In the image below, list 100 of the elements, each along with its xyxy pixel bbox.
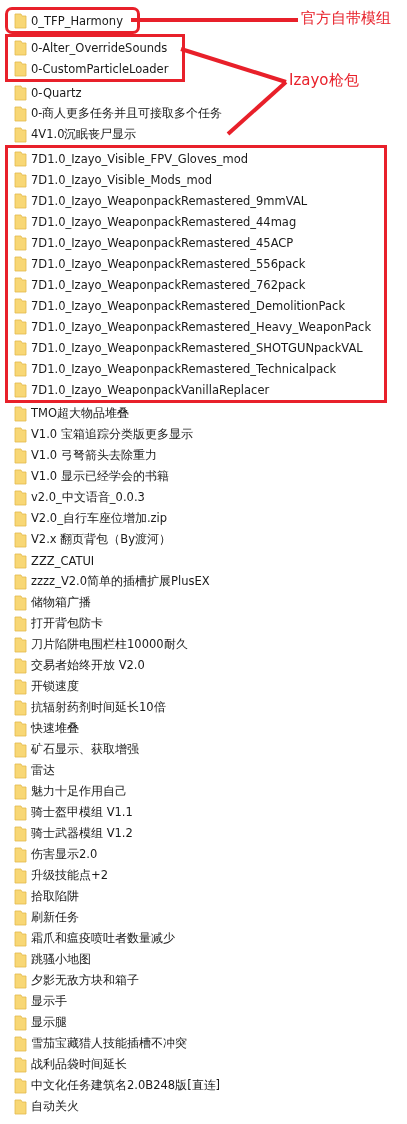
folder-name[interactable]: 升级技能点+2 xyxy=(31,868,108,883)
folder-name[interactable]: 刀片陷阱电围栏柱10000耐久 xyxy=(31,637,188,652)
folder-name[interactable]: 显示腿 xyxy=(31,1015,67,1030)
folder-name[interactable]: 夕影无敌方块和箱子 xyxy=(31,973,139,988)
folder-name[interactable]: 开锁速度 xyxy=(31,679,79,694)
folder-icon xyxy=(14,510,27,527)
folder-name[interactable]: 快速堆叠 xyxy=(31,721,79,736)
folder-icon xyxy=(14,678,27,695)
folder-name[interactable]: 显示手 xyxy=(31,994,67,1009)
folder-name[interactable]: 伤害显示2.0 xyxy=(31,847,98,862)
folder-name[interactable]: 7D1.0_Izayo_Visible_Mods_mod xyxy=(31,172,213,187)
folder-name[interactable]: 矿石显示、获取增强 xyxy=(31,742,139,757)
folder-name[interactable]: V2.0_自行车座位增加.zip xyxy=(31,511,168,526)
folder-icon xyxy=(14,381,27,398)
folder-icon xyxy=(14,213,27,230)
folder-icon xyxy=(14,951,27,968)
folder-name[interactable]: 7D1.0_Izayo_WeaponpackRemastered_Technicalpack xyxy=(31,361,337,376)
folder-name[interactable]: 雷达 xyxy=(31,763,55,778)
folder-icon xyxy=(14,234,27,251)
folder-name[interactable]: V1.0 显示已经学会的书籍 xyxy=(31,469,169,484)
folder-icon xyxy=(14,762,27,779)
folder-icon xyxy=(14,192,27,209)
folder-icon xyxy=(14,1014,27,1031)
folder-name[interactable]: V2.x 翻页背包（By渡河） xyxy=(31,532,171,547)
folder-name[interactable]: 0-CustomParticleLoader xyxy=(31,61,169,76)
folder-icon xyxy=(14,39,27,56)
folder-name[interactable]: v2.0_中文语音_0.0.3 xyxy=(31,490,145,505)
callout-label: Izayo枪包 xyxy=(289,71,359,90)
folder-icon xyxy=(14,1035,27,1052)
folder-name[interactable]: 骑士武器模组 V1.2 xyxy=(31,826,133,841)
folder-name[interactable]: 霜爪和瘟疫喷吐者数量减少 xyxy=(31,931,175,946)
folder-name[interactable]: 0-Alter_OverrideSounds xyxy=(31,40,168,55)
folder-name[interactable]: zzzz_V2.0简单的插槽扩展PlusEX xyxy=(31,574,210,589)
folder-name[interactable]: 抗辐射药剂时间延长10倍 xyxy=(31,700,166,715)
folder-icon xyxy=(14,84,27,101)
folder-icon xyxy=(14,972,27,989)
folder-name[interactable]: 7D1.0_Izayo_WeaponpackRemastered_SHOTGUNpackVAL xyxy=(31,340,363,355)
folder-name[interactable]: 7D1.0_Izayo_WeaponpackRemastered_762pack xyxy=(31,277,306,292)
folder-icon xyxy=(14,783,27,800)
folder-icon xyxy=(14,552,27,569)
folder-icon xyxy=(14,468,27,485)
folder-name[interactable]: 7D1.0_Izayo_WeaponpackRemastered_Heavy_WeaponPack xyxy=(31,319,372,334)
folder-icon xyxy=(14,150,27,167)
folder-name[interactable]: 跳骚小地图 xyxy=(31,952,91,967)
folder-name[interactable]: 0-商人更多任务并且可接取多个任务 xyxy=(31,106,223,121)
folder-icon xyxy=(14,573,27,590)
folder-icon xyxy=(14,276,27,293)
folder-icon xyxy=(14,615,27,632)
folder-icon xyxy=(14,993,27,1010)
folder-icon xyxy=(14,339,27,356)
folder-icon xyxy=(14,60,27,77)
folder-icon xyxy=(14,12,27,29)
folder-icon xyxy=(14,825,27,842)
folder-name[interactable]: 7D1.0_Izayo_WeaponpackRemastered_556pack xyxy=(31,256,306,271)
folder-name[interactable]: 中文化任务建筑名2.0B248版[直连] xyxy=(31,1078,221,1093)
folder-name[interactable]: 骑士盔甲模组 V1.1 xyxy=(31,805,133,820)
folder-icon xyxy=(14,930,27,947)
folder-name[interactable]: 自动关火 xyxy=(31,1099,79,1114)
folder-icon xyxy=(14,804,27,821)
folder-name[interactable]: TMO超大物品堆叠 xyxy=(31,406,129,421)
folder-name[interactable]: 0-Quartz xyxy=(31,85,82,100)
folder-name[interactable]: 7D1.0_Izayo_WeaponpackRemastered_DemolitionPack xyxy=(31,298,346,313)
folder-name[interactable]: 拾取陷阱 xyxy=(31,889,79,904)
folder-icon xyxy=(14,171,27,188)
folder-name[interactable]: ZZZ_CATUI xyxy=(31,553,95,568)
folder-icon xyxy=(14,636,27,653)
folder-name[interactable]: 7D1.0_Izayo_WeaponpackVanillaReplacer xyxy=(31,382,270,397)
folder-icon xyxy=(14,657,27,674)
folder-icon xyxy=(14,594,27,611)
folder-icon xyxy=(14,126,27,143)
folder-name[interactable]: 战利品袋时间延长 xyxy=(31,1057,127,1072)
folder-icon xyxy=(14,426,27,443)
folder-name[interactable]: 雪茄宝藏猎人技能插槽不冲突 xyxy=(31,1036,187,1051)
folder-name[interactable]: 魅力十足作用自己 xyxy=(31,784,127,799)
folder-icon xyxy=(14,1098,27,1115)
folder-icon xyxy=(14,867,27,884)
folder-icon xyxy=(14,699,27,716)
folder-icon xyxy=(14,360,27,377)
folder-icon xyxy=(14,846,27,863)
folder-icon xyxy=(14,405,27,422)
folder-icon xyxy=(14,318,27,335)
folder-name[interactable]: 刷新任务 xyxy=(31,910,79,925)
folder-icon xyxy=(14,531,27,548)
folder-icon xyxy=(14,888,27,905)
folder-name[interactable]: 交易者始终开放 V2.0 xyxy=(31,658,145,673)
folder-icon xyxy=(14,447,27,464)
folder-name[interactable]: 储物箱广播 xyxy=(31,595,91,610)
folder-icon xyxy=(14,489,27,506)
folder-name[interactable]: 0_TFP_Harmony xyxy=(31,13,123,28)
folder-name[interactable]: 7D1.0_Izayo_Visible_FPV_Gloves_mod xyxy=(31,151,249,166)
folder-icon xyxy=(14,909,27,926)
folder-icon xyxy=(14,1077,27,1094)
folder-name[interactable]: 7D1.0_Izayo_WeaponpackRemastered_44mag xyxy=(31,214,297,229)
folder-name[interactable]: 4V1.0沉眠丧尸显示 xyxy=(31,127,137,142)
callout-label: 官方自带模组 xyxy=(301,9,391,28)
folder-name[interactable]: 打开背包防卡 xyxy=(31,616,103,631)
folder-name[interactable]: 7D1.0_Izayo_WeaponpackRemastered_45ACP xyxy=(31,235,294,250)
folder-name[interactable]: V1.0 弓弩箭头去除重力 xyxy=(31,448,157,463)
folder-name[interactable]: 7D1.0_Izayo_WeaponpackRemastered_9mmVAL xyxy=(31,193,308,208)
folder-name[interactable]: V1.0 宝箱追踪分类版更多显示 xyxy=(31,427,193,442)
